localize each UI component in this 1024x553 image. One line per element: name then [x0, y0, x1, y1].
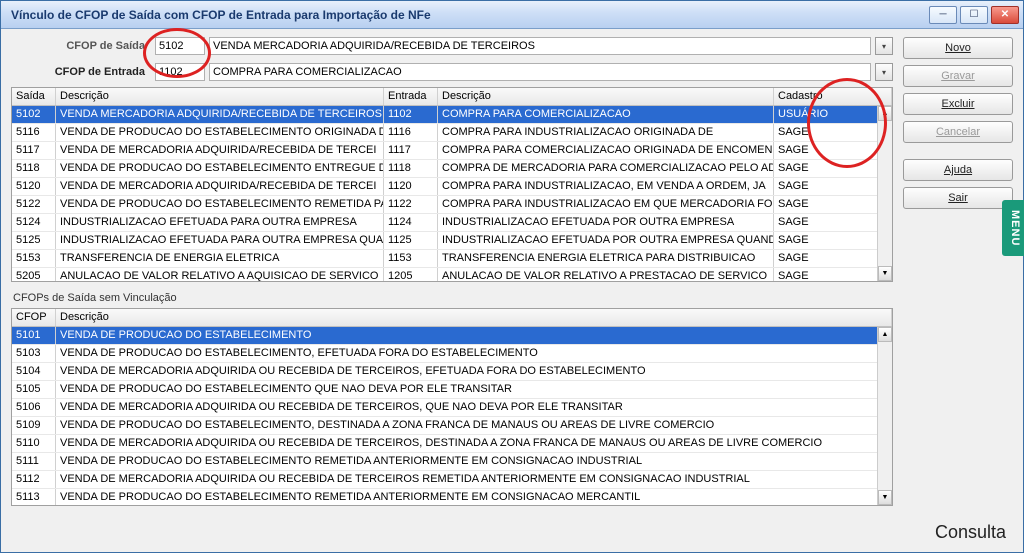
table-row[interactable]: 5153TRANSFERENCIA DE ENERGIA ELETRICA115…: [12, 250, 892, 268]
table-row[interactable]: 5120VENDA DE MERCADORIA ADQUIRIDA/RECEBI…: [12, 178, 892, 196]
menu-tab[interactable]: MENU: [1002, 200, 1024, 256]
table-row[interactable]: 5105VENDA DE PRODUCAO DO ESTABELECIMENTO…: [12, 381, 892, 399]
minimize-button[interactable]: ─: [929, 6, 957, 24]
gravar-button[interactable]: Gravar: [903, 65, 1013, 87]
col-desc-entrada[interactable]: Descrição: [438, 88, 774, 105]
cancelar-button[interactable]: Cancelar: [903, 121, 1013, 143]
table-row[interactable]: 5205ANULACAO DE VALOR RELATIVO A AQUISIC…: [12, 268, 892, 282]
scroll-down-icon[interactable]: ▼: [878, 490, 892, 505]
close-button[interactable]: ✕: [991, 6, 1019, 24]
vinculos-grid-header: Saída Descrição Entrada Descrição Cadast…: [12, 88, 892, 106]
status-mode-label: Consulta: [935, 522, 1006, 543]
cfop-entrada-dropdown-button[interactable]: ▾: [875, 63, 893, 81]
table-row[interactable]: 5103VENDA DE PRODUCAO DO ESTABELECIMENTO…: [12, 345, 892, 363]
table-row[interactable]: 5110VENDA DE MERCADORIA ADQUIRIDA OU REC…: [12, 435, 892, 453]
table-row[interactable]: 5109VENDA DE PRODUCAO DO ESTABELECIMENTO…: [12, 417, 892, 435]
table-row[interactable]: 5106VENDA DE MERCADORIA ADQUIRIDA OU REC…: [12, 399, 892, 417]
sair-button[interactable]: Sair: [903, 187, 1013, 209]
cfop-saida-label: CFOP de Saída: [11, 40, 151, 52]
cfop-entrada-code-input[interactable]: [155, 63, 205, 81]
maximize-button[interactable]: ☐: [960, 6, 988, 24]
table-row[interactable]: 5117VENDA DE MERCADORIA ADQUIRIDA/RECEBI…: [12, 142, 892, 160]
cfop-entrada-desc-input[interactable]: [209, 63, 871, 81]
ajuda-button[interactable]: Ajuda: [903, 159, 1013, 181]
scroll-up-icon[interactable]: ▲: [878, 106, 892, 121]
table-row[interactable]: 5122VENDA DE PRODUCAO DO ESTABELECIMENTO…: [12, 196, 892, 214]
table-row[interactable]: 5113VENDA DE PRODUCAO DO ESTABELECIMENTO…: [12, 489, 892, 506]
vinculos-grid[interactable]: Saída Descrição Entrada Descrição Cadast…: [11, 87, 893, 282]
col-saida[interactable]: Saída: [12, 88, 56, 105]
sem-vinculacao-label: CFOPs de Saída sem Vinculação: [13, 292, 893, 304]
table-row[interactable]: 5112VENDA DE MERCADORIA ADQUIRIDA OU REC…: [12, 471, 892, 489]
cfop-saida-code-input[interactable]: [155, 37, 205, 55]
vinculos-grid-scrollbar[interactable]: ▲ ▼: [877, 106, 892, 281]
table-row[interactable]: 5104VENDA DE MERCADORIA ADQUIRIDA OU REC…: [12, 363, 892, 381]
scroll-down-icon[interactable]: ▼: [878, 266, 892, 281]
table-row[interactable]: 5102VENDA MERCADORIA ADQUIRIDA/RECEBIDA …: [12, 106, 892, 124]
titlebar: Vínculo de CFOP de Saída com CFOP de Ent…: [1, 1, 1023, 29]
table-row[interactable]: 5125INDUSTRIALIZACAO EFETUADA PARA OUTRA…: [12, 232, 892, 250]
col-cfop[interactable]: CFOP: [12, 309, 56, 326]
table-row[interactable]: 5116VENDA DE PRODUCAO DO ESTABELECIMENTO…: [12, 124, 892, 142]
col-cadastro[interactable]: Cadastro: [774, 88, 892, 105]
table-row[interactable]: 5111VENDA DE PRODUCAO DO ESTABELECIMENTO…: [12, 453, 892, 471]
scroll-up-icon[interactable]: ▲: [878, 327, 892, 342]
col-desc-saida[interactable]: Descrição: [56, 88, 384, 105]
table-row[interactable]: 5118VENDA DE PRODUCAO DO ESTABELECIMENTO…: [12, 160, 892, 178]
cfop-entrada-label: CFOP de Entrada: [11, 66, 151, 78]
excluir-button[interactable]: Excluir: [903, 93, 1013, 115]
table-row[interactable]: 5101VENDA DE PRODUCAO DO ESTABELECIMENTO: [12, 327, 892, 345]
table-row[interactable]: 5124INDUSTRIALIZACAO EFETUADA PARA OUTRA…: [12, 214, 892, 232]
sem-vinculacao-grid-header: CFOP Descrição: [12, 309, 892, 327]
cfop-saida-desc-input[interactable]: [209, 37, 871, 55]
window-title: Vínculo de CFOP de Saída com CFOP de Ent…: [5, 8, 929, 22]
col-entrada[interactable]: Entrada: [384, 88, 438, 105]
sem-vinculacao-grid-scrollbar[interactable]: ▲ ▼: [877, 327, 892, 505]
cfop-saida-dropdown-button[interactable]: ▾: [875, 37, 893, 55]
col-desc[interactable]: Descrição: [56, 309, 892, 326]
novo-button[interactable]: Novo: [903, 37, 1013, 59]
sem-vinculacao-grid[interactable]: CFOP Descrição 5101VENDA DE PRODUCAO DO …: [11, 308, 893, 506]
